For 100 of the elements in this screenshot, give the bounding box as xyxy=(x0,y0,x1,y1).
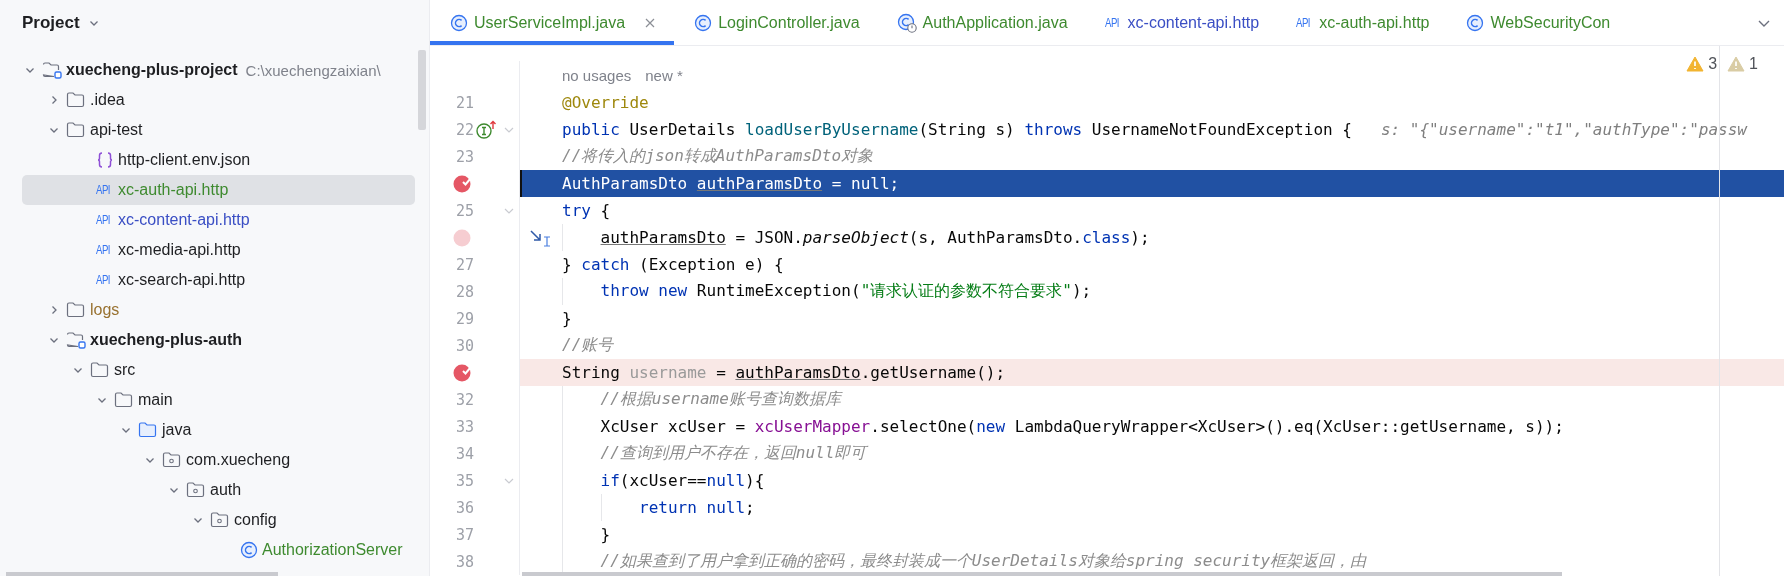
code-line: } catch (Exception e) { xyxy=(562,255,784,274)
tree-item[interactable]: config xyxy=(22,505,415,535)
tree-item[interactable]: http-client.env.json xyxy=(22,145,415,175)
editor-tab[interactable]: API xc-auth-api.http xyxy=(1276,0,1447,45)
editor-tab[interactable]: UserServiceImpl.java xyxy=(430,0,675,45)
code-line: } xyxy=(599,525,611,544)
tree-item[interactable]: src xyxy=(22,355,415,385)
file-type-label: API xyxy=(96,183,111,197)
tree-item[interactable]: API xc-media-api.http xyxy=(22,235,415,265)
breakpoint-icon[interactable] xyxy=(452,173,472,194)
file-name: java xyxy=(162,421,192,439)
file-name: xc-content-api.http xyxy=(118,211,250,229)
code-line: if(xcUser==null){ xyxy=(599,471,765,490)
tree-item[interactable]: java xyxy=(22,415,415,445)
folder-icon xyxy=(90,361,110,379)
tree-item[interactable]: .idea xyxy=(22,85,415,115)
class-icon xyxy=(450,13,468,32)
file-name: auth xyxy=(210,481,242,499)
tree-item[interactable]: API xc-search-api.http xyxy=(22,265,415,295)
code-line: return null; xyxy=(638,498,755,517)
line-number: 21 xyxy=(455,93,474,112)
code-line: //查询到用户不存在，返回null即可 xyxy=(599,443,867,464)
file-name: xuecheng-plus-auth xyxy=(90,331,242,349)
tree-item[interactable]: AuthorizationServer xyxy=(22,535,415,565)
code-line: authParamsDto = JSON.parseObject(s, AuthParamsDto.class); xyxy=(599,228,1150,247)
scrollbar[interactable] xyxy=(522,572,1562,576)
code-line: try { xyxy=(562,201,611,220)
file-type-label: API xyxy=(1296,15,1310,30)
file-name: xc-media-api.http xyxy=(118,241,241,259)
folder-icon xyxy=(138,421,158,439)
tree-item[interactable]: xuecheng-plus-auth xyxy=(22,325,415,355)
problem-count: 1 xyxy=(1749,55,1758,73)
line-number: 27 xyxy=(455,255,474,274)
folder-icon xyxy=(114,391,134,409)
code-line: AuthParamsDto authParamsDto = null; xyxy=(562,174,900,193)
tree-item[interactable]: api-test xyxy=(22,115,415,145)
code-line: //账号 xyxy=(562,335,614,356)
line-number: 25 xyxy=(455,201,474,220)
package-folder-icon xyxy=(186,481,206,499)
line-number: 35 xyxy=(455,471,474,490)
file-name: logs xyxy=(90,301,120,319)
package-folder-icon xyxy=(162,451,182,469)
editor-tab[interactable]: AuthApplication.java xyxy=(876,0,1085,45)
module-folder-icon xyxy=(66,331,86,349)
file-type-label: API xyxy=(1104,15,1119,30)
code-line: throw new RuntimeException("请求认证的参数不符合要求"); xyxy=(599,281,1092,302)
editor-tab[interactable]: API xc-content-api.http xyxy=(1084,0,1277,45)
file-name: http-client.env.json xyxy=(118,151,251,169)
line-number: 36 xyxy=(455,498,474,517)
line-number: 30 xyxy=(455,336,474,355)
editor-tab[interactable]: LoginController.java xyxy=(674,0,877,45)
line-number: 23 xyxy=(455,147,474,166)
code-line: public UserDetails loadUserByUsername(String s) throws UsernameNotFoundException { xyxy=(562,120,1352,139)
file-name: com.xuecheng xyxy=(186,451,291,469)
line-number: 32 xyxy=(455,390,474,409)
breakpoint-icon[interactable] xyxy=(452,362,472,383)
line-number: 22 xyxy=(455,120,474,139)
tree-item[interactable]: main xyxy=(22,385,415,415)
problem-count: 3 xyxy=(1708,55,1718,73)
file-path: C:\xuechengzaixian\ xyxy=(245,61,381,79)
editor-tab[interactable]: WebSecurityCon xyxy=(1446,0,1628,45)
package-folder-icon xyxy=(210,511,230,529)
code-line: //将传入的json转成AuthParamsDto对象 xyxy=(562,146,874,167)
file-name: xc-search-api.http xyxy=(118,271,246,289)
implements-icon[interactable] xyxy=(475,119,497,140)
tree-item[interactable]: com.xuecheng xyxy=(22,445,415,475)
file-name: AuthorizationServer xyxy=(262,541,403,559)
inlay-hint: new * xyxy=(645,66,683,84)
code-line: //根据username账号查询数据库 xyxy=(599,389,841,410)
line-number: 28 xyxy=(455,282,474,301)
code-line: } xyxy=(562,309,572,328)
line-number: 29 xyxy=(455,309,474,328)
code-line: //如果查到了用户拿到正确的密码，最终封装成一个UserDetails对象给spring security框架返回，由 xyxy=(599,551,1367,572)
tree-item[interactable]: logs xyxy=(22,295,415,325)
line-number: 33 xyxy=(455,417,474,436)
parameter-hint: s: "{"username":"t1","authType":"passw xyxy=(1380,120,1747,139)
line-number: 37 xyxy=(455,525,474,544)
scrollbar[interactable] xyxy=(6,572,278,576)
code-line: @Override xyxy=(562,93,649,112)
line-number: 38 xyxy=(455,552,474,571)
file-name: api-test xyxy=(90,121,143,139)
code-line: String username = authParamsDto.getUsername(); xyxy=(562,363,1006,382)
file-name: config xyxy=(234,511,277,529)
file-name: src xyxy=(114,361,136,379)
tree-item[interactable]: xuecheng-plus-project C:\xuechengzaixian\ xyxy=(22,55,415,85)
file-name: main xyxy=(138,391,173,409)
tree-item[interactable]: API xc-content-api.http xyxy=(22,205,415,235)
step-icon[interactable] xyxy=(529,227,553,248)
module-folder-icon xyxy=(42,61,62,79)
class-icon xyxy=(1466,13,1485,32)
scrollbar[interactable] xyxy=(418,50,426,130)
tree-item[interactable]: auth xyxy=(22,475,415,505)
class-icon xyxy=(240,541,258,559)
inlay-hint: no usages xyxy=(562,66,632,84)
file-type-label: API xyxy=(96,213,111,227)
file-type-label: API xyxy=(96,273,111,287)
file-name: xc-auth-api.http xyxy=(118,181,229,199)
code-line: XcUser xcUser = xcUserMapper.selectOne(new LambdaQueryWrapper<XcUser>().eq(XcUser::getUsername, s)); xyxy=(599,417,1564,436)
file-type-label: API xyxy=(96,243,111,257)
class-icon xyxy=(896,12,917,33)
